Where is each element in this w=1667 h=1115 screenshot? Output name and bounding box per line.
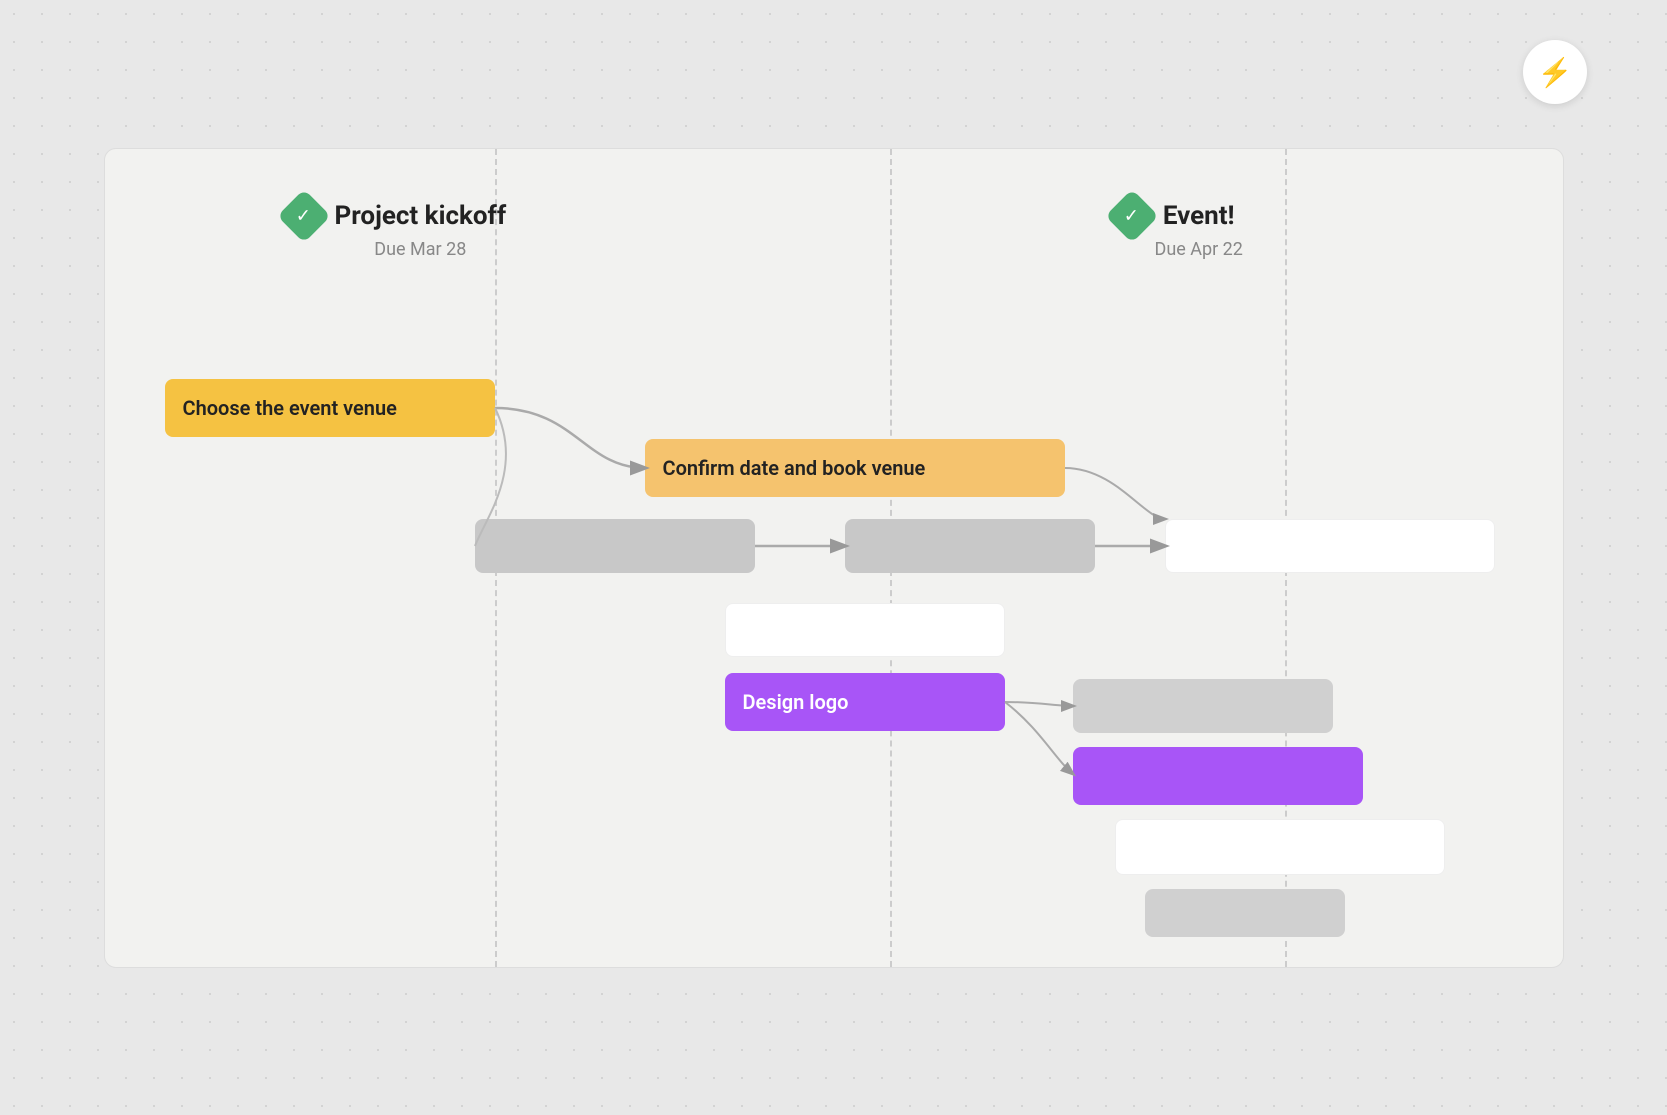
milestone-title-kickoff: Project kickoff xyxy=(335,201,507,231)
milestone-header-event: ✓ Event! xyxy=(1113,197,1235,235)
task-gray-1[interactable] xyxy=(475,519,755,573)
milestone-due-event: Due Apr 22 xyxy=(1155,239,1243,260)
task-purple-2[interactable] xyxy=(1073,747,1363,805)
task-white-1[interactable] xyxy=(1165,519,1495,573)
milestone-badge-event: ✓ xyxy=(1105,189,1159,243)
task-gray-light-1[interactable] xyxy=(1073,679,1333,733)
check-icon-event: ✓ xyxy=(1124,205,1139,226)
milestone-title-event: Event! xyxy=(1163,201,1235,231)
check-icon-kickoff: ✓ xyxy=(296,205,311,226)
milestone-event: ✓ Event! Due Apr 22 xyxy=(1105,197,1243,260)
milestone-due-kickoff: Due Mar 28 xyxy=(374,239,466,260)
task-white-2[interactable] xyxy=(725,603,1005,657)
gantt-canvas: ✓ Project kickoff Due Mar 28 ✓ Event! Du… xyxy=(104,148,1564,968)
task-choose-venue[interactable]: Choose the event venue xyxy=(165,379,495,437)
task-gray-2[interactable] xyxy=(845,519,1095,573)
lightning-button[interactable]: ⚡ xyxy=(1523,40,1587,104)
task-confirm-date[interactable]: Confirm date and book venue xyxy=(645,439,1065,497)
milestone-badge-kickoff: ✓ xyxy=(277,189,331,243)
milestone-project-kickoff: ✓ Project kickoff Due Mar 28 xyxy=(285,197,507,260)
lightning-icon: ⚡ xyxy=(1538,56,1573,89)
task-gray-light-2[interactable] xyxy=(1145,889,1345,937)
task-white-3[interactable] xyxy=(1115,819,1445,875)
task-design-logo[interactable]: Design logo xyxy=(725,673,1005,731)
milestone-header-kickoff: ✓ Project kickoff xyxy=(285,197,507,235)
